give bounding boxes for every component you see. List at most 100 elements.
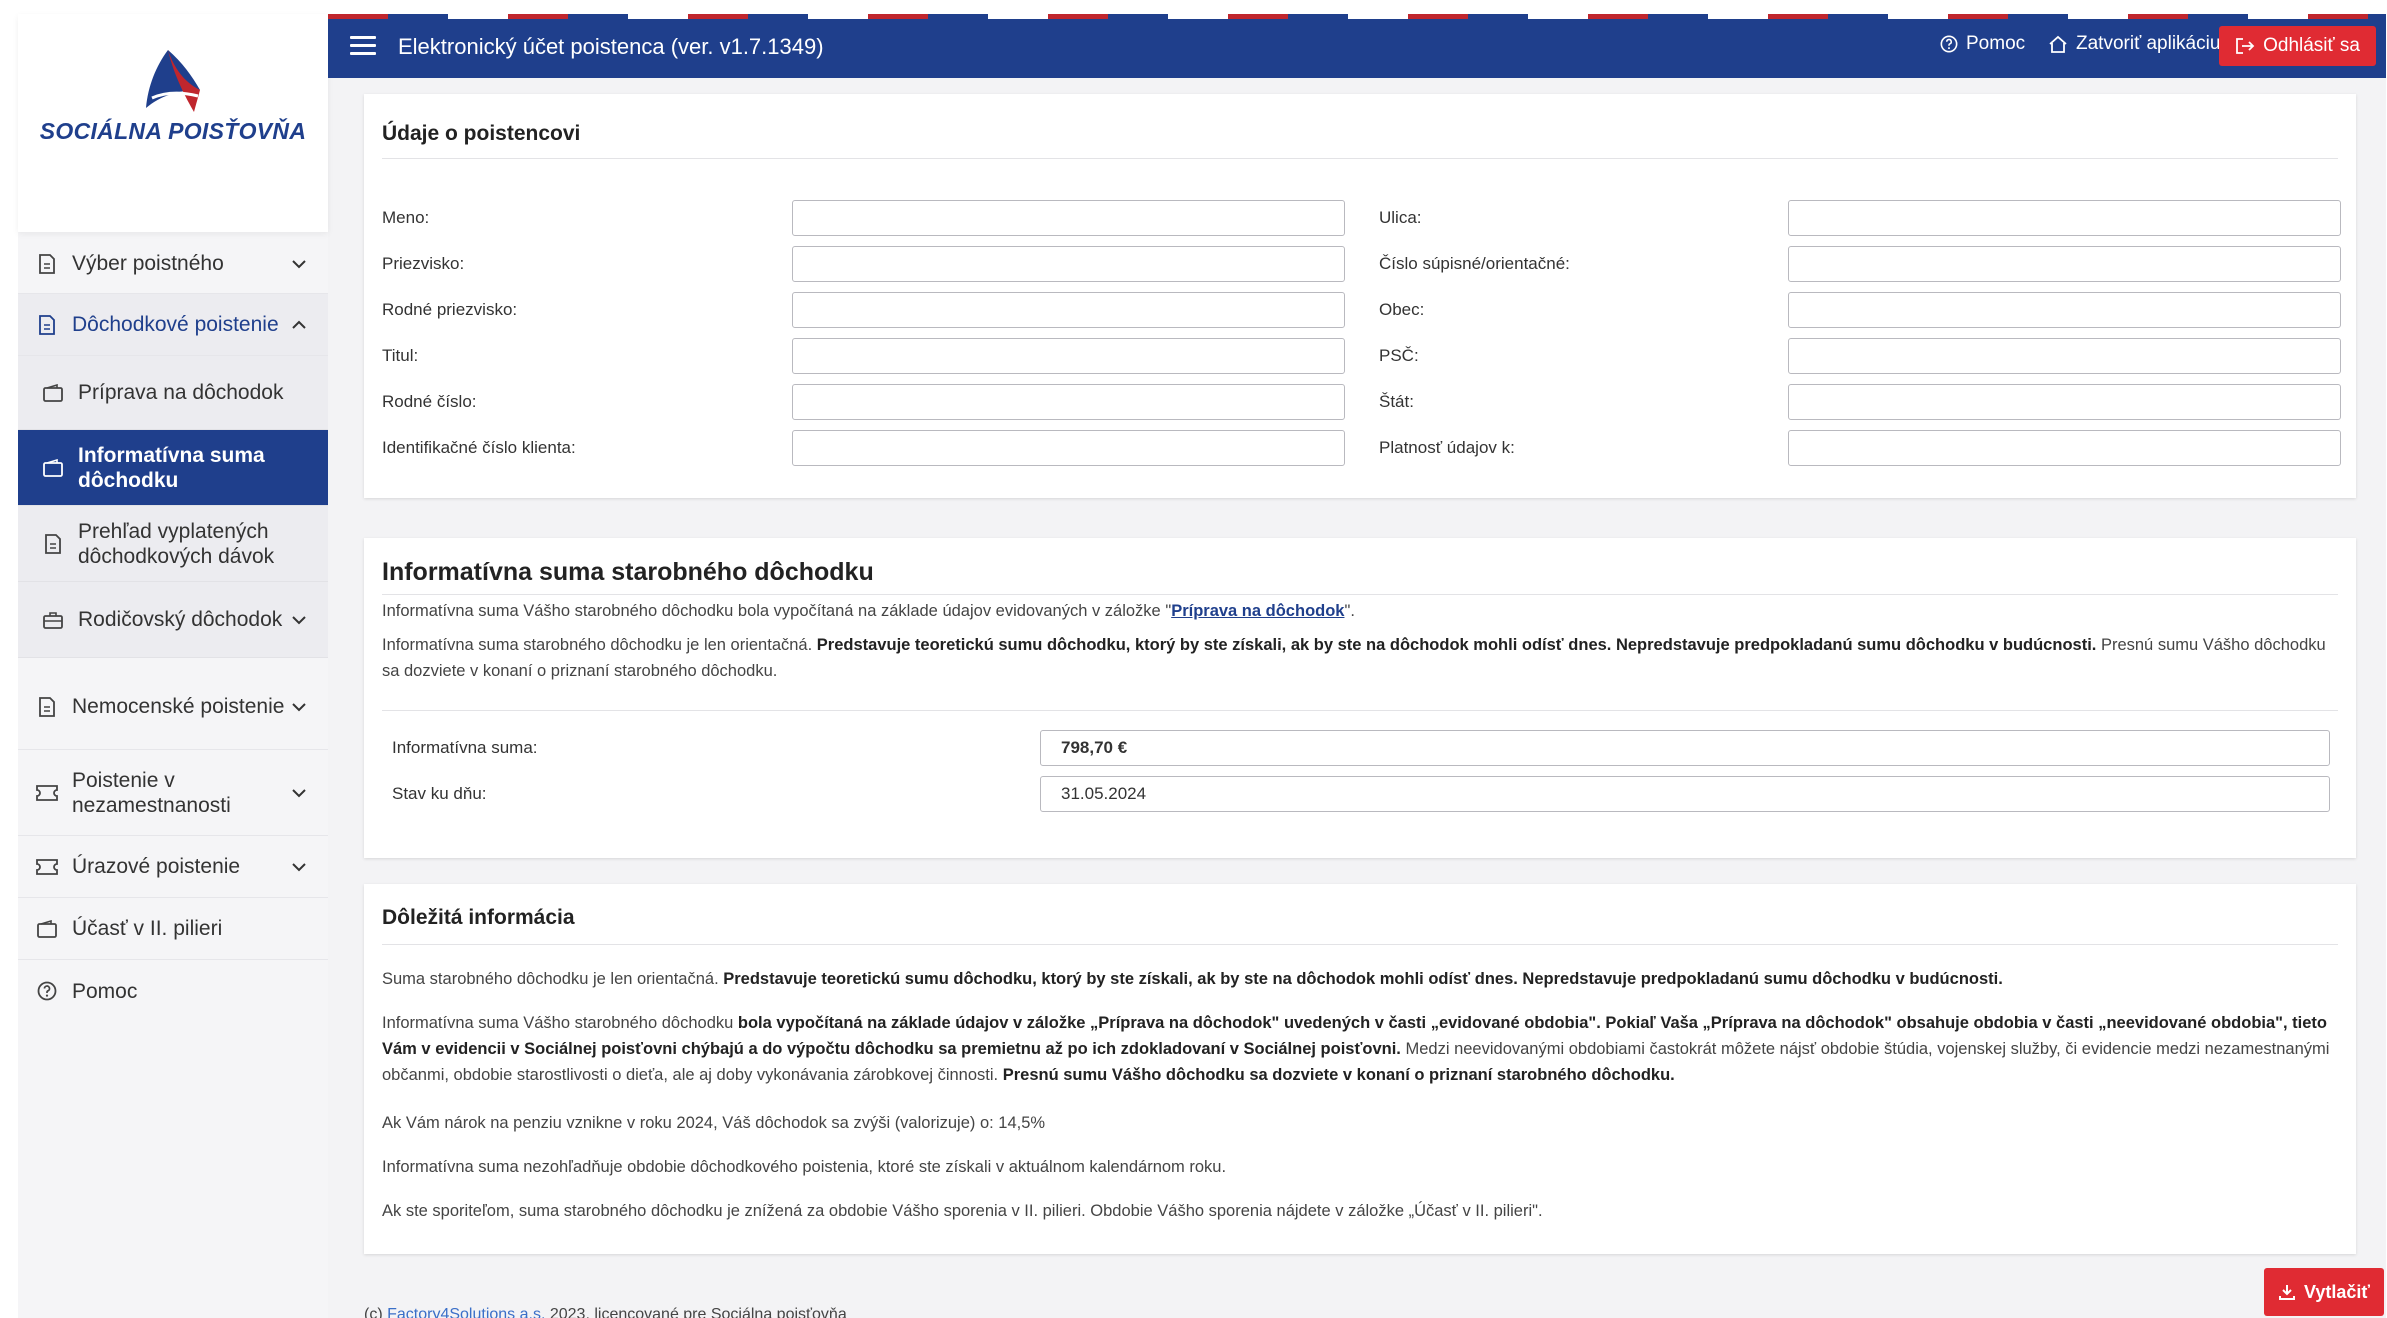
- text: Informatívna suma Vášho starobného dôcho…: [382, 1014, 738, 1032]
- text: Informatívna suma Vášho starobného dôcho…: [382, 602, 1172, 620]
- field-label: Rodné číslo:: [382, 392, 477, 411]
- help-button[interactable]: Pomoc: [1940, 33, 2025, 55]
- briefcase-icon: [42, 609, 64, 631]
- text: Informatívna suma starobného dôchodku je…: [382, 636, 817, 654]
- logo-icon: [146, 50, 200, 112]
- help-icon: [1940, 35, 1958, 53]
- priezvisko-field[interactable]: [792, 246, 1345, 282]
- sidebar-item-label: Výber poistného: [72, 252, 224, 275]
- insured-title: Údaje o poistencovi: [382, 122, 581, 145]
- field-label: PSČ:: [1379, 346, 1419, 365]
- chevron-down-icon: [290, 858, 308, 876]
- cislo-supisne-field[interactable]: [1788, 246, 2341, 282]
- stat-field[interactable]: [1788, 384, 2341, 420]
- app-title: Elektronický účet poistenca (ver. v1.7.1…: [398, 34, 824, 59]
- important-paragraph: Ak ste sporiteľom, suma starobného dôcho…: [382, 1202, 1543, 1220]
- logo[interactable]: SOCIÁLNA POISŤOVŇA: [18, 14, 328, 232]
- decorative-stripe: [328, 14, 2386, 19]
- document-icon: [36, 253, 58, 275]
- platnost-udajov-field[interactable]: [1788, 430, 2341, 466]
- sidebar-item-label: Príprava na dôchodok: [78, 381, 284, 404]
- sidebar-item-label: Pomoc: [72, 979, 138, 1003]
- sidebar-item-label: Nemocenské poistenie: [72, 695, 285, 718]
- chevron-up-icon: [290, 316, 308, 334]
- date-field[interactable]: 31.05.2024: [1040, 776, 2330, 812]
- logout-button[interactable]: Odhlásiť sa: [2219, 26, 2376, 66]
- company-link[interactable]: Factory4Solutions a.s.: [387, 1306, 545, 1318]
- obec-field[interactable]: [1788, 292, 2341, 328]
- sidebar-item-prehlad-davok[interactable]: Prehľad vyplatených dôchodkových dávok: [18, 506, 328, 582]
- sidebar-item-rodicovsky-dochodok[interactable]: Rodičovský dôchodok: [18, 582, 328, 658]
- pension-card: Informatívna suma starobného dôchodku In…: [364, 538, 2356, 858]
- important-title: Dôležitá informácia: [382, 906, 575, 929]
- sidebar-item-pomoc[interactable]: Pomoc: [18, 960, 328, 1022]
- ulica-field[interactable]: [1788, 200, 2341, 236]
- pension-title: Informatívna suma starobného dôchodku: [382, 558, 874, 586]
- text-bold: Predstavuje teoretickú sumu dôchodku, kt…: [723, 970, 2003, 988]
- print-button[interactable]: Vytlačiť: [2264, 1268, 2384, 1316]
- text: Suma starobného dôchodku je len orientač…: [382, 970, 724, 988]
- divider: [382, 710, 2338, 711]
- field-label: Titul:: [382, 346, 419, 365]
- sidebar-item-dochodkove-poistenie[interactable]: Dôchodkové poistenie: [18, 294, 328, 356]
- logout-label: Odhlásiť sa: [2263, 35, 2360, 56]
- field-label: Štát:: [1379, 392, 1414, 411]
- text: ".: [1344, 602, 1355, 620]
- wallet-icon: [42, 457, 64, 479]
- divider: [382, 944, 2338, 945]
- sidebar-item-label: Úrazové poistenie: [72, 855, 241, 878]
- ticket-icon: [36, 856, 58, 878]
- insured-card: Údaje o poistencovi Meno: Priezvisko: Ro…: [364, 94, 2356, 498]
- important-paragraph: Suma starobného dôchodku je len orientač…: [382, 966, 2332, 992]
- print-label: Vytlačiť: [2304, 1281, 2370, 1302]
- identifikacne-cislo-field[interactable]: [792, 430, 1345, 466]
- important-paragraph: Informatívna suma nezohľadňuje obdobie d…: [382, 1158, 1227, 1176]
- logout-icon: [2236, 38, 2255, 54]
- field-label: Meno:: [382, 208, 430, 227]
- field-label: Ulica:: [1379, 208, 1422, 227]
- amount-field[interactable]: 798,70 €: [1040, 730, 2330, 766]
- text-bold: Presnú sumu Vášho dôchodku sa dozviete v…: [1002, 1066, 1675, 1084]
- sidebar-item-label: Rodičovský dôchodok: [78, 608, 283, 631]
- date-label: Stav ku dňu:: [392, 784, 487, 803]
- sidebar-item-urazove-poistenie[interactable]: Úrazové poistenie: [18, 836, 328, 898]
- important-card: Dôležitá informácia Suma starobného dôch…: [364, 884, 2356, 1254]
- sidebar-item-label: Poistenie v nezamestnanosti: [72, 768, 231, 817]
- psc-field[interactable]: [1788, 338, 2341, 374]
- sidebar-item-label: Účasť v II. pilieri: [72, 917, 223, 940]
- wallet-icon: [36, 918, 58, 940]
- divider: [382, 158, 2338, 159]
- sidebar-item-label: Informatívna suma dôchodku: [78, 443, 265, 492]
- document-icon: [36, 314, 58, 336]
- sidebar-item-label: Dôchodkové poistenie: [72, 313, 279, 336]
- sidebar-item-informativna-suma[interactable]: Informatívna suma dôchodku: [18, 430, 328, 506]
- menu-icon[interactable]: [350, 36, 376, 56]
- chevron-down-icon: [290, 784, 308, 802]
- close-app-button[interactable]: Zatvoriť aplikáciu: [2048, 33, 2220, 55]
- footer: (c) Factory4Solutions a.s. 2023, licenco…: [364, 1306, 847, 1318]
- field-label: Obec:: [1379, 300, 1425, 319]
- sidebar-item-poistenie-v-nezamestnanosti[interactable]: Poistenie v nezamestnanosti: [18, 750, 328, 836]
- text-bold: Predstavuje teoretickú sumu dôchodku, kt…: [816, 636, 2097, 654]
- field-label: Rodné priezvisko:: [382, 300, 518, 319]
- titul-field[interactable]: [792, 338, 1345, 374]
- sidebar-nav: Výber poistného Dôchodkové poistenie Prí…: [18, 232, 328, 1022]
- sidebar-item-ucast-v-ii-pilieri[interactable]: Účasť v II. pilieri: [18, 898, 328, 960]
- logo-text: SOCIÁLNA POISŤOVŇA: [39, 118, 307, 144]
- chevron-down-icon: [290, 611, 308, 629]
- sidebar-item-vyber-poistneho[interactable]: Výber poistného: [18, 234, 328, 294]
- rodne-cislo-field[interactable]: [792, 384, 1345, 420]
- wallet-icon: [42, 382, 64, 404]
- sidebar-item-nemocenske-poistenie[interactable]: Nemocenské poistenie: [18, 664, 328, 750]
- rodne-priezvisko-field[interactable]: [792, 292, 1345, 328]
- text: (c): [364, 1306, 388, 1318]
- sidebar-item-priprava-na-dochodok[interactable]: Príprava na dôchodok: [18, 356, 328, 430]
- help-button-label: Pomoc: [1966, 33, 2026, 54]
- text: 2023, licencované pre Sociálna poisťovňa: [545, 1306, 847, 1318]
- meno-field[interactable]: [792, 200, 1345, 236]
- field-label: Priezvisko:: [382, 254, 465, 273]
- priprava-link[interactable]: Príprava na dôchodok: [1171, 602, 1344, 620]
- pension-paragraph: Informatívna suma Vášho starobného dôcho…: [382, 598, 2332, 624]
- amount-label: Informatívna suma:: [392, 738, 538, 757]
- app-frame: SOCIÁLNA POISŤOVŇA Výber poistného Dôcho…: [18, 14, 2386, 1318]
